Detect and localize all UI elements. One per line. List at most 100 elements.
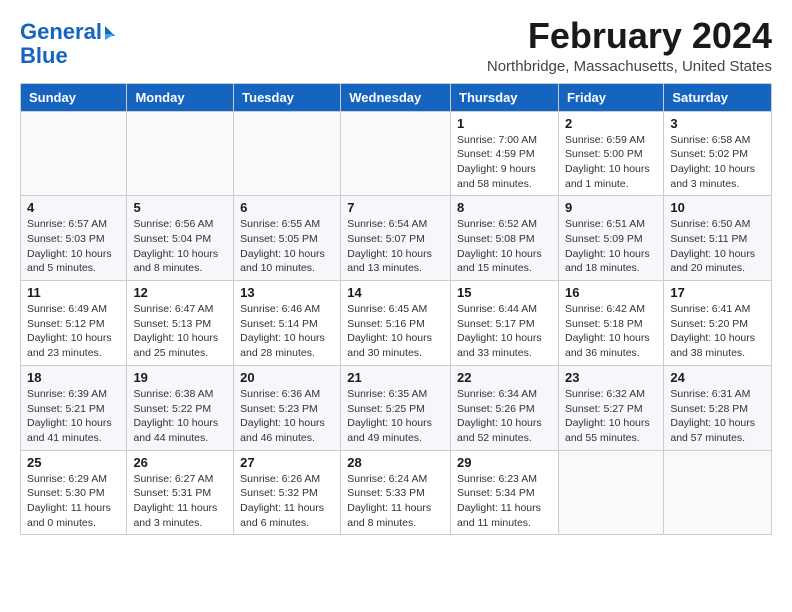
day-number: 29	[457, 455, 552, 470]
day-info: Sunrise: 6:27 AMSunset: 5:31 PMDaylight:…	[133, 472, 227, 531]
day-number: 28	[347, 455, 444, 470]
day-number: 15	[457, 285, 552, 300]
day-number: 23	[565, 370, 657, 385]
day-number: 10	[670, 200, 765, 215]
calendar-week-row: 4 Sunrise: 6:57 AMSunset: 5:03 PMDaylight…	[21, 196, 772, 281]
weekday-header-wednesday: Wednesday	[341, 83, 451, 111]
day-number: 9	[565, 200, 657, 215]
day-info: Sunrise: 6:23 AMSunset: 5:34 PMDaylight:…	[457, 472, 552, 531]
weekday-header-sunday: Sunday	[21, 83, 127, 111]
calendar-table: SundayMondayTuesdayWednesdayThursdayFrid…	[20, 83, 772, 536]
day-info: Sunrise: 6:51 AMSunset: 5:09 PMDaylight:…	[565, 217, 657, 276]
day-number: 5	[133, 200, 227, 215]
day-number: 6	[240, 200, 334, 215]
calendar-week-row: 11 Sunrise: 6:49 AMSunset: 5:12 PMDayligh…	[21, 281, 772, 366]
day-info: Sunrise: 6:29 AMSunset: 5:30 PMDaylight:…	[27, 472, 120, 531]
day-info: Sunrise: 6:45 AMSunset: 5:16 PMDaylight:…	[347, 302, 444, 361]
calendar-cell: 26 Sunrise: 6:27 AMSunset: 5:31 PMDayligh…	[127, 450, 234, 535]
day-number: 8	[457, 200, 552, 215]
calendar-cell: 29 Sunrise: 6:23 AMSunset: 5:34 PMDayligh…	[451, 450, 559, 535]
calendar-cell: 10 Sunrise: 6:50 AMSunset: 5:11 PMDayligh…	[664, 196, 772, 281]
day-info: Sunrise: 6:54 AMSunset: 5:07 PMDaylight:…	[347, 217, 444, 276]
calendar-week-row: 1 Sunrise: 7:00 AMSunset: 4:59 PMDaylight…	[21, 111, 772, 196]
day-info: Sunrise: 6:58 AMSunset: 5:02 PMDaylight:…	[670, 133, 765, 192]
location: Northbridge, Massachusetts, United State…	[487, 58, 772, 75]
calendar-header-row: SundayMondayTuesdayWednesdayThursdayFrid…	[21, 83, 772, 111]
calendar-cell: 2Sunrise: 6:59 AMSunset: 5:00 PMDaylight…	[558, 111, 663, 196]
calendar-cell	[21, 111, 127, 196]
calendar-cell: 25 Sunrise: 6:29 AMSunset: 5:30 PMDayligh…	[21, 450, 127, 535]
day-info: Sunrise: 6:46 AMSunset: 5:14 PMDaylight:…	[240, 302, 334, 361]
calendar-cell: 11 Sunrise: 6:49 AMSunset: 5:12 PMDayligh…	[21, 281, 127, 366]
day-number: 1	[457, 116, 552, 131]
day-number: 21	[347, 370, 444, 385]
calendar-cell: 18Sunrise: 6:39 AMSunset: 5:21 PMDayligh…	[21, 365, 127, 450]
day-number: 17	[670, 285, 765, 300]
calendar-cell: 9 Sunrise: 6:51 AMSunset: 5:09 PMDaylight…	[558, 196, 663, 281]
calendar-cell: 14Sunrise: 6:45 AMSunset: 5:16 PMDayligh…	[341, 281, 451, 366]
calendar-cell: 28 Sunrise: 6:24 AMSunset: 5:33 PMDayligh…	[341, 450, 451, 535]
day-info: Sunrise: 6:34 AMSunset: 5:26 PMDaylight:…	[457, 387, 552, 446]
title-block: February 2024 Northbridge, Massachusetts…	[487, 16, 772, 75]
weekday-header-friday: Friday	[558, 83, 663, 111]
calendar-cell: 22 Sunrise: 6:34 AMSunset: 5:26 PMDayligh…	[451, 365, 559, 450]
logo-text-line1: General	[20, 20, 102, 44]
day-info: Sunrise: 6:38 AMSunset: 5:22 PMDaylight:…	[133, 387, 227, 446]
day-info: Sunrise: 6:47 AMSunset: 5:13 PMDaylight:…	[133, 302, 227, 361]
day-info: Sunrise: 6:44 AMSunset: 5:17 PMDaylight:…	[457, 302, 552, 361]
calendar-cell: 1 Sunrise: 7:00 AMSunset: 4:59 PMDaylight…	[451, 111, 559, 196]
calendar-cell	[664, 450, 772, 535]
day-number: 4	[27, 200, 120, 215]
weekday-header-thursday: Thursday	[451, 83, 559, 111]
day-number: 11	[27, 285, 120, 300]
calendar-cell: 23 Sunrise: 6:32 AMSunset: 5:27 PMDayligh…	[558, 365, 663, 450]
day-number: 25	[27, 455, 120, 470]
day-info: Sunrise: 6:59 AMSunset: 5:00 PMDaylight:…	[565, 133, 657, 192]
day-number: 27	[240, 455, 334, 470]
day-info: Sunrise: 6:32 AMSunset: 5:27 PMDaylight:…	[565, 387, 657, 446]
calendar-cell: 16Sunrise: 6:42 AMSunset: 5:18 PMDayligh…	[558, 281, 663, 366]
calendar-cell: 8 Sunrise: 6:52 AMSunset: 5:08 PMDaylight…	[451, 196, 559, 281]
calendar-cell: 27 Sunrise: 6:26 AMSunset: 5:32 PMDayligh…	[234, 450, 341, 535]
calendar-cell: 12 Sunrise: 6:47 AMSunset: 5:13 PMDayligh…	[127, 281, 234, 366]
calendar-cell: 6Sunrise: 6:55 AMSunset: 5:05 PMDaylight…	[234, 196, 341, 281]
calendar-cell: 7 Sunrise: 6:54 AMSunset: 5:07 PMDaylight…	[341, 196, 451, 281]
day-number: 22	[457, 370, 552, 385]
day-info: Sunrise: 6:24 AMSunset: 5:33 PMDaylight:…	[347, 472, 444, 531]
calendar-cell	[558, 450, 663, 535]
day-info: Sunrise: 6:26 AMSunset: 5:32 PMDaylight:…	[240, 472, 334, 531]
calendar-cell: 21 Sunrise: 6:35 AMSunset: 5:25 PMDayligh…	[341, 365, 451, 450]
calendar-cell: 15 Sunrise: 6:44 AMSunset: 5:17 PMDayligh…	[451, 281, 559, 366]
day-number: 7	[347, 200, 444, 215]
calendar-cell	[234, 111, 341, 196]
weekday-header-tuesday: Tuesday	[234, 83, 341, 111]
logo: General Blue	[20, 20, 115, 69]
calendar-cell: 13Sunrise: 6:46 AMSunset: 5:14 PMDayligh…	[234, 281, 341, 366]
day-info: Sunrise: 6:41 AMSunset: 5:20 PMDaylight:…	[670, 302, 765, 361]
calendar-cell: 3Sunrise: 6:58 AMSunset: 5:02 PMDaylight…	[664, 111, 772, 196]
calendar-cell: 5 Sunrise: 6:56 AMSunset: 5:04 PMDaylight…	[127, 196, 234, 281]
day-info: Sunrise: 6:56 AMSunset: 5:04 PMDaylight:…	[133, 217, 227, 276]
day-info: Sunrise: 6:52 AMSunset: 5:08 PMDaylight:…	[457, 217, 552, 276]
calendar-cell: 17 Sunrise: 6:41 AMSunset: 5:20 PMDayligh…	[664, 281, 772, 366]
day-number: 20	[240, 370, 334, 385]
day-info: Sunrise: 6:49 AMSunset: 5:12 PMDaylight:…	[27, 302, 120, 361]
calendar-cell: 19Sunrise: 6:38 AMSunset: 5:22 PMDayligh…	[127, 365, 234, 450]
day-info: Sunrise: 6:36 AMSunset: 5:23 PMDaylight:…	[240, 387, 334, 446]
day-info: Sunrise: 6:35 AMSunset: 5:25 PMDaylight:…	[347, 387, 444, 446]
day-number: 24	[670, 370, 765, 385]
day-info: Sunrise: 7:00 AMSunset: 4:59 PMDaylight:…	[457, 133, 552, 192]
weekday-header-monday: Monday	[127, 83, 234, 111]
page-header: General Blue February 2024 Northbridge, …	[20, 16, 772, 75]
day-info: Sunrise: 6:50 AMSunset: 5:11 PMDaylight:…	[670, 217, 765, 276]
weekday-header-saturday: Saturday	[664, 83, 772, 111]
calendar-cell	[127, 111, 234, 196]
day-info: Sunrise: 6:57 AMSunset: 5:03 PMDaylight:…	[27, 217, 120, 276]
logo-text-line2: Blue	[20, 43, 68, 68]
day-number: 12	[133, 285, 227, 300]
calendar-week-row: 25 Sunrise: 6:29 AMSunset: 5:30 PMDayligh…	[21, 450, 772, 535]
day-number: 16	[565, 285, 657, 300]
day-number: 26	[133, 455, 227, 470]
day-number: 18	[27, 370, 120, 385]
calendar-cell: 4 Sunrise: 6:57 AMSunset: 5:03 PMDaylight…	[21, 196, 127, 281]
